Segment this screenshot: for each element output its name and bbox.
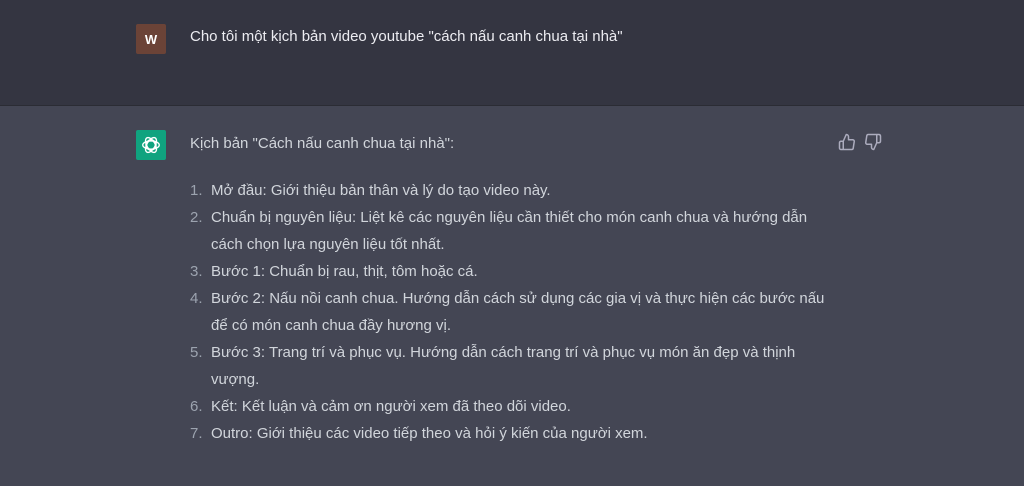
list-item-number: 7.	[190, 425, 203, 442]
list-item-text: Mở đầu: Giới thiệu bản thân và lý do tạo…	[211, 182, 551, 199]
list-item: 1. Mở đầu: Giới thiệu bản thân và lý do t…	[190, 177, 840, 204]
list-item: 4. Bước 2: Nấu nồi canh chua. Hướng dẫn c…	[190, 285, 840, 339]
thumbs-up-icon[interactable]	[838, 133, 856, 151]
list-item-number: 3.	[190, 263, 203, 280]
list-item-number: 2.	[190, 209, 203, 226]
list-item-text: Outro: Giới thiệu các video tiếp theo và…	[211, 425, 648, 442]
list-item-number: 6.	[190, 398, 203, 415]
user-message-row: W Cho tôi một kịch bản video youtube "cá…	[0, 0, 1024, 106]
list-item: 5. Bước 3: Trang trí và phục vụ. Hướng dẫ…	[190, 339, 840, 393]
openai-logo-icon	[136, 130, 166, 160]
user-message-text: Cho tôi một kịch bản video youtube "cách…	[190, 28, 623, 45]
list-item-text: Bước 1: Chuẩn bị rau, thịt, tôm hoặc cá.	[211, 263, 478, 280]
list-item: 2. Chuẩn bị nguyên liệu: Liệt kê các nguy…	[190, 204, 840, 258]
list-item-number: 1.	[190, 182, 203, 199]
assistant-intro-text: Kịch bản "Cách nấu canh chua tại nhà":	[190, 135, 455, 152]
list-item-text: Bước 2: Nấu nồi canh chua. Hướng dẫn các…	[211, 290, 825, 334]
feedback-buttons	[838, 133, 882, 151]
list-item-text: Kết: Kết luận và cảm ơn người xem đã the…	[211, 398, 571, 415]
assistant-message-row: Kịch bản "Cách nấu canh chua tại nhà": 1…	[0, 107, 1024, 486]
list-item: 6. Kết: Kết luận và cảm ơn người xem đã t…	[190, 393, 840, 420]
list-item-text: Bước 3: Trang trí và phục vụ. Hướng dẫn …	[211, 344, 796, 388]
thumbs-down-icon[interactable]	[864, 133, 882, 151]
list-item-number: 5.	[190, 344, 203, 361]
list-item-number: 4.	[190, 290, 203, 307]
script-steps-list: 1. Mở đầu: Giới thiệu bản thân và lý do t…	[190, 177, 840, 447]
list-item-text: Chuẩn bị nguyên liệu: Liệt kê các nguyên…	[211, 209, 808, 253]
list-item: 3. Bước 1: Chuẩn bị rau, thịt, tôm hoặc c…	[190, 258, 840, 285]
list-item: 7. Outro: Giới thiệu các video tiếp theo …	[190, 420, 840, 447]
user-avatar: W	[136, 24, 166, 54]
